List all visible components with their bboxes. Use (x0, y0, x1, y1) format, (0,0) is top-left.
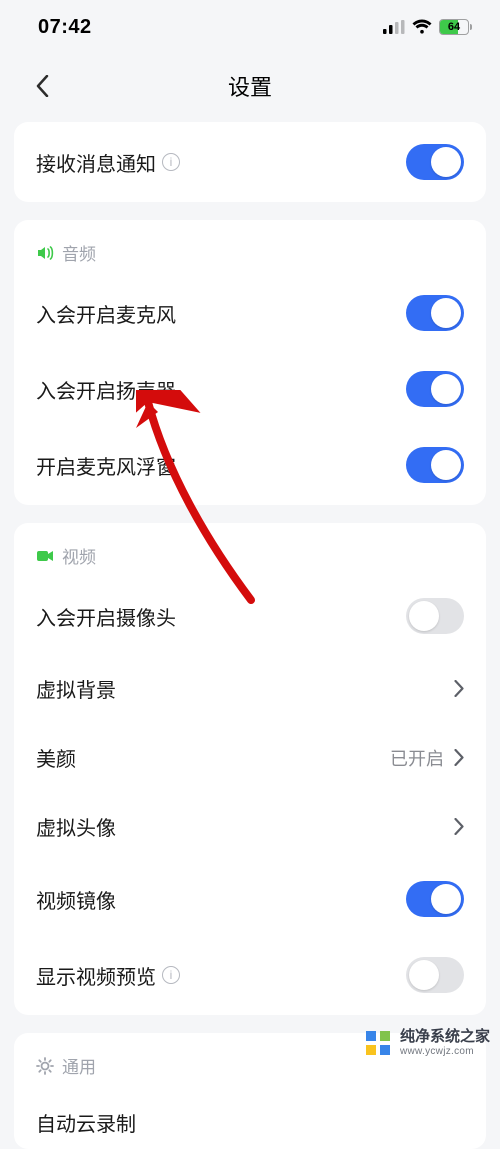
beauty-value: 已开启 (390, 745, 444, 771)
toggle-receive-notification[interactable] (406, 144, 464, 180)
row-mic-on-join: 入会开启麦克风 (14, 275, 486, 351)
camera-on-join-label: 入会开启摄像头 (36, 602, 176, 631)
section-header-audio: 音频 (14, 222, 486, 275)
virtual-bg-label: 虚拟背景 (36, 674, 116, 703)
row-receive-notification: 接收消息通知 i (14, 124, 486, 200)
row-virtual-avatar[interactable]: 虚拟头像 (14, 792, 486, 861)
show-preview-label: 显示视频预览 (36, 961, 156, 990)
page-title: 设置 (228, 70, 272, 102)
chevron-right-icon (454, 749, 464, 766)
status-bar: 07:42 64 (0, 0, 500, 50)
wifi-icon (412, 19, 432, 35)
row-show-preview: 显示视频预览 i (14, 937, 486, 1013)
auto-cloud-record-label: 自动云录制 (36, 1108, 136, 1137)
row-beauty[interactable]: 美颜 已开启 (14, 723, 486, 792)
row-auto-cloud-record[interactable]: 自动云录制 (14, 1088, 486, 1147)
row-mic-float: 开启麦克风浮窗 (14, 427, 486, 503)
watermark-logo-icon (364, 1029, 392, 1057)
speaker-icon (36, 244, 54, 262)
info-icon[interactable]: i (162, 966, 180, 984)
watermark-line2: www.ycwjz.com (400, 1046, 490, 1058)
row-virtual-bg[interactable]: 虚拟背景 (14, 654, 486, 723)
toggle-show-preview[interactable] (406, 957, 464, 993)
section-title-general: 通用 (62, 1053, 96, 1078)
toggle-mic-on-join[interactable] (406, 295, 464, 331)
battery-icon: 64 (439, 19, 472, 35)
chevron-right-icon (454, 680, 464, 697)
mic-float-label: 开启麦克风浮窗 (36, 451, 176, 480)
back-button[interactable] (28, 72, 56, 100)
section-title-video: 视频 (62, 543, 96, 568)
info-icon[interactable]: i (162, 153, 180, 171)
camera-icon (36, 547, 54, 565)
card-video: 视频 入会开启摄像头 虚拟背景 美颜 已开启 虚拟头像 视频镜像 (14, 523, 486, 1015)
toggle-speaker-on-join[interactable] (406, 371, 464, 407)
toggle-mic-float[interactable] (406, 447, 464, 483)
row-camera-on-join: 入会开启摄像头 (14, 578, 486, 654)
speaker-on-join-label: 入会开启扬声器 (36, 375, 176, 404)
row-speaker-on-join: 入会开启扬声器 (14, 351, 486, 427)
status-time: 07:42 (38, 16, 92, 39)
beauty-label: 美颜 (36, 743, 76, 772)
toggle-camera-on-join[interactable] (406, 598, 464, 634)
mic-on-join-label: 入会开启麦克风 (36, 299, 176, 328)
video-mirror-label: 视频镜像 (36, 885, 116, 914)
section-header-video: 视频 (14, 525, 486, 578)
section-title-audio: 音频 (62, 240, 96, 265)
nav-bar: 设置 (0, 58, 500, 114)
toggle-video-mirror[interactable] (406, 881, 464, 917)
card-notification: 接收消息通知 i (14, 122, 486, 202)
row-video-mirror: 视频镜像 (14, 861, 486, 937)
card-audio: 音频 入会开启麦克风 入会开启扬声器 开启麦克风浮窗 (14, 220, 486, 505)
watermark-line1: 纯净系统之家 (400, 1028, 490, 1045)
watermark: 纯净系统之家 www.ycwjz.com (364, 1028, 490, 1057)
chevron-right-icon (454, 818, 464, 835)
status-icons: 64 (383, 19, 472, 35)
cellular-signal-icon (383, 20, 405, 34)
virtual-avatar-label: 虚拟头像 (36, 812, 116, 841)
gear-icon (36, 1057, 54, 1075)
receive-notification-label: 接收消息通知 (36, 148, 156, 177)
